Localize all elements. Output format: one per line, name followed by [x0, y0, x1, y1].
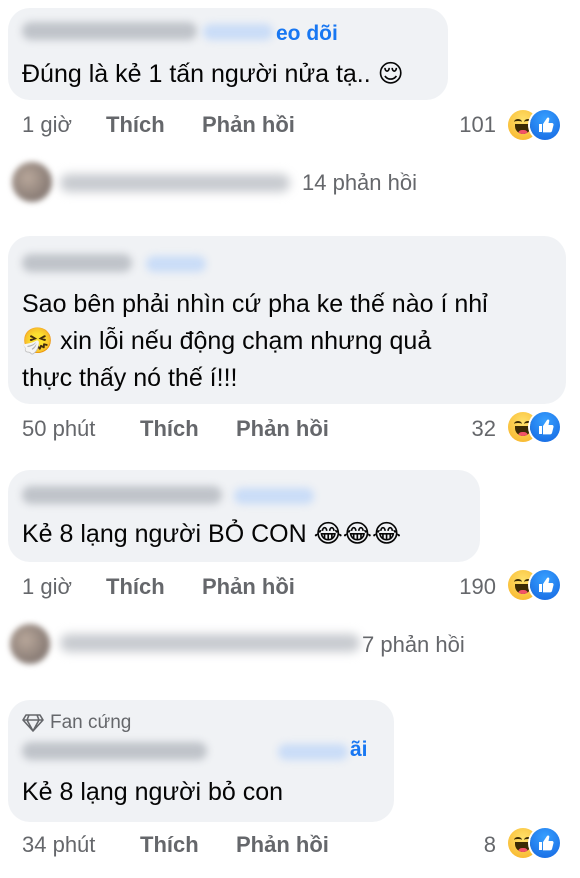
- reply-button[interactable]: Phản hồi: [202, 574, 295, 600]
- author-name[interactable]: [22, 22, 197, 40]
- author-name[interactable]: [22, 486, 222, 504]
- follow-link[interactable]: eo dõi: [276, 22, 338, 46]
- follow-link-blur: [203, 24, 273, 40]
- like-icon: [530, 570, 560, 600]
- author-name[interactable]: [22, 742, 207, 760]
- comment-text: Kẻ 8 lạng người BỎ CON 😂😂😂: [22, 520, 402, 548]
- view-replies-link[interactable]: 7 phản hồi: [362, 632, 465, 658]
- diamond-icon: [22, 714, 44, 732]
- like-icon: [530, 412, 560, 442]
- like-button[interactable]: Thích: [106, 112, 165, 138]
- follow-link-blur: [278, 744, 348, 760]
- like-button[interactable]: Thích: [106, 574, 165, 600]
- like-icon: [530, 828, 560, 858]
- comment-time: 34 phút: [22, 832, 96, 857]
- comment-bubble: Kẻ 8 lạng người BỎ CON 😂😂😂: [8, 470, 480, 562]
- like-icon: [530, 110, 560, 140]
- reaction-icons[interactable]: [508, 570, 568, 600]
- comment-time: 1 giờ: [22, 112, 72, 137]
- comment-bubble: Fan cứng ãi Kẻ 8 lạng người bỏ con: [8, 700, 394, 822]
- reaction-count[interactable]: 101: [440, 112, 496, 138]
- reply-button[interactable]: Phản hồi: [236, 832, 329, 858]
- comment-bubble: Sao bên phải nhìn cứ pha ke thế nào í nh…: [8, 236, 566, 404]
- follow-link[interactable]: ãi: [350, 738, 368, 762]
- reply-button[interactable]: Phản hồi: [202, 112, 295, 138]
- follow-link-blur: [146, 256, 206, 272]
- reaction-icons[interactable]: [508, 412, 568, 442]
- reaction-icons[interactable]: [508, 110, 568, 140]
- reply-author-blur: [60, 634, 360, 652]
- badge-label: Fan cứng: [50, 712, 132, 733]
- reaction-count[interactable]: 32: [440, 416, 496, 442]
- comment-time: 50 phút: [22, 416, 96, 441]
- reply-avatar[interactable]: [12, 162, 52, 202]
- follow-link-blur: [234, 488, 314, 504]
- top-fan-badge: Fan cứng: [22, 712, 131, 734]
- reply-author-blur: [60, 174, 290, 192]
- comment-text: Kẻ 8 lạng người bỏ con: [22, 778, 284, 806]
- reaction-count[interactable]: 8: [440, 832, 496, 858]
- reaction-icons[interactable]: [508, 828, 568, 858]
- view-replies-link[interactable]: 14 phản hồi: [302, 170, 417, 196]
- reaction-count[interactable]: 190: [440, 574, 496, 600]
- like-button[interactable]: Thích: [140, 416, 199, 442]
- comment-time: 1 giờ: [22, 574, 72, 599]
- reply-button[interactable]: Phản hồi: [236, 416, 329, 442]
- comment-bubble: eo dõi Đúng là kẻ 1 tấn người nửa tạ.. 😌: [8, 8, 448, 100]
- comment-text: Sao bên phải nhìn cứ pha ke thế nào í nh…: [22, 290, 488, 392]
- reply-avatar[interactable]: [10, 624, 50, 664]
- comment-text: Đúng là kẻ 1 tấn người nửa tạ.. 😌: [22, 60, 404, 88]
- like-button[interactable]: Thích: [140, 832, 199, 858]
- author-name[interactable]: [22, 254, 132, 272]
